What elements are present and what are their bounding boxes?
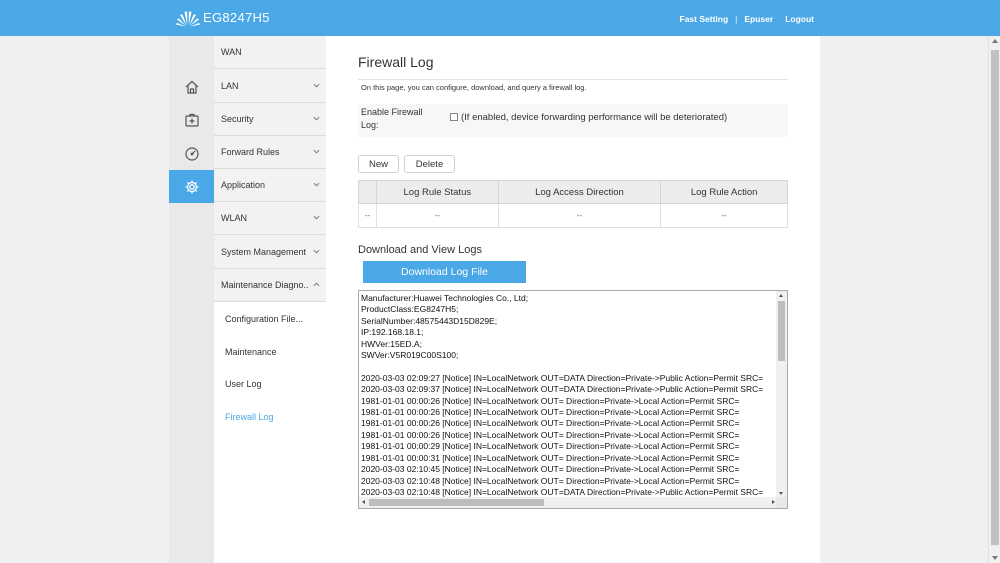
submenu-firewall-log[interactable]: Firewall Log	[214, 400, 326, 433]
scrollbar-corner	[776, 497, 787, 508]
chevron-up-icon	[313, 282, 320, 287]
download-section-title: Download and View Logs	[358, 244, 482, 256]
rail-home[interactable]	[169, 70, 214, 103]
menu-item-forward-rules[interactable]: Forward Rules	[214, 136, 326, 169]
download-log-file-button[interactable]: Download Log File	[363, 261, 526, 283]
table-header-log-access-direction: Log Access Direction	[497, 180, 662, 204]
header-separator: |	[735, 14, 738, 24]
enable-firewall-label: Enable Firewall Log:	[361, 107, 423, 130]
device-model-title: EG8247H5	[203, 10, 270, 25]
table-header-log-rule-action: Log Rule Action	[660, 180, 788, 204]
menu-item-application[interactable]: Application	[214, 169, 326, 202]
header-links: Fast Setting | Epuser Logout	[680, 14, 815, 24]
submenu-user-log[interactable]: User Log	[214, 367, 326, 400]
table-header-log-rule-status: Log Rule Status	[375, 180, 499, 204]
log-horizontal-scrollbar[interactable]	[359, 497, 778, 508]
logout-link[interactable]: Logout	[785, 14, 814, 24]
scroll-left-arrow-icon[interactable]	[362, 500, 365, 504]
chevron-down-icon	[313, 182, 320, 187]
new-button[interactable]: New	[358, 155, 399, 173]
chevron-down-icon	[313, 83, 320, 88]
menu-item-label: Maintenance Diagno..	[221, 280, 309, 290]
huawei-logo-icon	[176, 11, 200, 27]
scroll-up-arrow-icon[interactable]	[779, 294, 783, 297]
gear-icon	[185, 180, 198, 193]
scroll-down-arrow-icon[interactable]	[992, 556, 998, 560]
menu-item-label: Security	[221, 114, 254, 124]
page-description: On this page, you can configure, downloa…	[361, 83, 587, 92]
gauge-icon	[184, 146, 199, 161]
rail-advanced[interactable]	[169, 170, 220, 203]
menu-item-wlan[interactable]: WLAN	[214, 202, 326, 235]
rail-status[interactable]	[169, 137, 214, 170]
chevron-down-icon	[313, 215, 320, 220]
page-title: Firewall Log	[358, 54, 434, 70]
chevron-down-icon	[313, 116, 320, 121]
table-cell: --	[375, 203, 499, 228]
scroll-up-arrow-icon[interactable]	[992, 39, 998, 43]
menu-item-label: Application	[221, 180, 266, 190]
chevron-down-icon	[313, 249, 320, 254]
delete-button[interactable]: Delete	[404, 155, 455, 173]
submenu-maintenance[interactable]: Maintenance	[214, 335, 326, 368]
scroll-down-arrow-icon[interactable]	[779, 492, 783, 495]
category-rail	[169, 36, 220, 563]
menu-item-label: Forward Rules	[221, 147, 280, 157]
medical-kit-icon	[184, 113, 199, 127]
menu-item-system-management[interactable]: System Management	[214, 236, 326, 269]
log-text[interactable]: Manufacturer:Huawei Technologies Co., Lt…	[361, 293, 777, 497]
enable-firewall-checkbox[interactable]	[450, 113, 458, 121]
home-icon	[185, 80, 198, 94]
submenu-configuration-file[interactable]: Configuration File...	[214, 302, 326, 335]
table-cell: --	[660, 203, 788, 228]
fast-setting-link[interactable]: Fast Setting	[680, 14, 729, 24]
page-scrollbar-thumb[interactable]	[991, 50, 999, 545]
menu-item-security[interactable]: Security	[214, 103, 326, 136]
page-scrollbar[interactable]	[988, 36, 1000, 563]
menu-item-label: LAN	[221, 81, 239, 91]
enable-firewall-note: (If enabled, device forwarding performan…	[461, 112, 728, 123]
title-divider	[358, 79, 788, 80]
log-vertical-scrollbar[interactable]	[776, 291, 787, 498]
menu-item-maintenance-diagnosis[interactable]: Maintenance Diagno..	[214, 269, 326, 302]
table-header-row: Log Rule Status Log Access Direction Log…	[358, 180, 788, 204]
table-cell: --	[358, 203, 377, 228]
user-name-link[interactable]: Epuser	[744, 14, 773, 24]
scroll-right-arrow-icon[interactable]	[772, 500, 775, 504]
rail-diagnose[interactable]	[169, 103, 214, 136]
menu-item-wan[interactable]: WAN	[214, 36, 326, 69]
chevron-down-icon	[313, 149, 320, 154]
log-viewer[interactable]: Manufacturer:Huawei Technologies Co., Lt…	[358, 290, 788, 509]
table-header-select	[358, 180, 377, 204]
menu-item-label: System Management	[221, 247, 307, 257]
menu-item-lan[interactable]: LAN	[214, 70, 326, 103]
table-cell: --	[497, 203, 662, 228]
table-row: -- -- -- --	[358, 203, 788, 228]
top-header	[0, 0, 1000, 36]
log-horizontal-scrollbar-thumb[interactable]	[369, 499, 544, 506]
menu-item-label: WAN	[221, 47, 242, 57]
log-vertical-scrollbar-thumb[interactable]	[778, 301, 785, 361]
log-rules-table: Log Rule Status Log Access Direction Log…	[358, 180, 788, 228]
menu-item-label: WLAN	[221, 213, 248, 223]
